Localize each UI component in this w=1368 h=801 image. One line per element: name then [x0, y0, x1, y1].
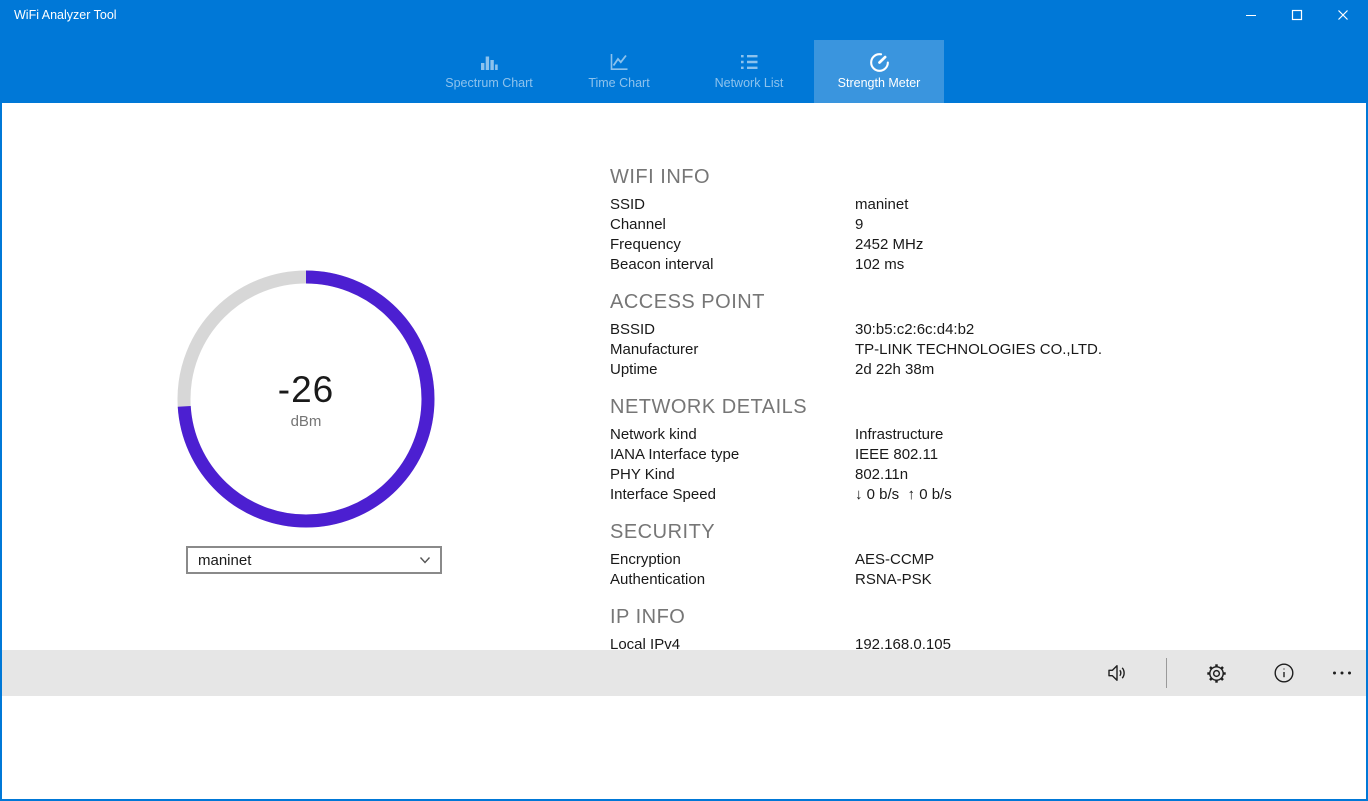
close-button[interactable] [1320, 0, 1366, 30]
info-label: IANA Interface type [610, 445, 855, 465]
info-value: IEEE 802.11 [855, 445, 1170, 465]
info-label: Channel [610, 215, 855, 235]
section-title: ACCESS POINT [610, 291, 1170, 314]
info-row: SSIDmaninet [610, 195, 1170, 215]
volume-icon [1105, 661, 1129, 685]
tab-network-list[interactable]: Network List [684, 40, 814, 103]
info-value: AES-CCMP [855, 550, 1170, 570]
info-row: Channel9 [610, 215, 1170, 235]
info-section: ACCESS POINT BSSID30:b5:c2:6c:d4:b2Manufa… [610, 291, 1170, 380]
volume-button[interactable] [1095, 651, 1139, 695]
info-value: 102 ms [855, 255, 1170, 275]
info-value: Infrastructure [855, 425, 1170, 445]
section-title: IP INFO [610, 606, 1170, 629]
tab-label: Time Chart [588, 76, 649, 90]
info-row: Beacon interval102 ms [610, 255, 1170, 275]
info-row: BSSID30:b5:c2:6c:d4:b2 [610, 320, 1170, 340]
line-chart-icon [607, 49, 631, 75]
gauge-icon [867, 49, 892, 75]
tab-label: Spectrum Chart [445, 76, 533, 90]
info-button[interactable] [1262, 651, 1306, 695]
tab-spectrum-chart[interactable]: Spectrum Chart [424, 40, 554, 103]
tab-time-chart[interactable]: Time Chart [554, 40, 684, 103]
info-label: SSID [610, 195, 855, 215]
signal-unit: dBm [291, 413, 322, 430]
info-label: Authentication [610, 570, 855, 590]
maximize-button[interactable] [1274, 0, 1320, 30]
info-value: TP-LINK TECHNOLOGIES CO.,LTD. [855, 340, 1170, 360]
info-icon [1272, 661, 1296, 685]
info-value: 30:b5:c2:6c:d4:b2 [855, 320, 1170, 340]
info-label: Network kind [610, 425, 855, 445]
gear-icon [1205, 662, 1228, 685]
gauge-readout: -26 dBm [177, 270, 435, 528]
info-row: Frequency2452 MHz [610, 235, 1170, 255]
bar-chart-icon [477, 49, 501, 75]
info-value: 2452 MHz [855, 235, 1170, 255]
info-label: Uptime [610, 360, 855, 380]
info-value: 2d 22h 38m [855, 360, 1170, 380]
close-icon [1337, 9, 1349, 21]
info-section: NETWORK DETAILS Network kindInfrastructur… [610, 396, 1170, 505]
info-row: AuthenticationRSNA-PSK [610, 570, 1170, 590]
network-selector-value: maninet [198, 552, 251, 569]
info-section: SECURITY EncryptionAES-CCMPAuthentication… [610, 521, 1170, 590]
info-label: PHY Kind [610, 465, 855, 485]
ellipsis-icon [1330, 661, 1354, 685]
chevron-down-icon [418, 553, 432, 567]
list-icon [737, 49, 761, 75]
info-row: ManufacturerTP-LINK TECHNOLOGIES CO.,LTD… [610, 340, 1170, 360]
tab-strength-meter[interactable]: Strength Meter [814, 40, 944, 103]
info-row: EncryptionAES-CCMP [610, 550, 1170, 570]
app-window: WiFi Analyzer Tool [0, 0, 1368, 801]
section-title: NETWORK DETAILS [610, 396, 1170, 419]
app-title: WiFi Analyzer Tool [14, 8, 117, 22]
info-row: Interface Speed↓ 0 b/s ↑ 0 b/s [610, 485, 1170, 505]
signal-value: -26 [278, 369, 334, 411]
minimize-button[interactable] [1228, 0, 1274, 30]
tab-bar: Spectrum Chart Time Chart [2, 40, 1366, 103]
info-label: Interface Speed [610, 485, 855, 505]
info-row: Network kindInfrastructure [610, 425, 1170, 445]
tab-label: Strength Meter [838, 76, 921, 90]
info-value: 802.11n [855, 465, 1170, 485]
info-label: Frequency [610, 235, 855, 255]
info-value: 9 [855, 215, 1170, 235]
minimize-icon [1245, 9, 1257, 21]
more-button[interactable] [1320, 651, 1364, 695]
info-label: Manufacturer [610, 340, 855, 360]
settings-button[interactable] [1194, 651, 1238, 695]
section-title: SECURITY [610, 521, 1170, 544]
maximize-icon [1291, 9, 1303, 21]
info-value: ↓ 0 b/s ↑ 0 b/s [855, 485, 1170, 505]
info-row: Uptime2d 22h 38m [610, 360, 1170, 380]
info-row: IANA Interface typeIEEE 802.11 [610, 445, 1170, 465]
command-bar-divider [1166, 658, 1167, 688]
network-selector[interactable]: maninet [186, 546, 442, 574]
info-label: BSSID [610, 320, 855, 340]
title-bar: WiFi Analyzer Tool [2, 0, 1366, 103]
section-title: WIFI INFO [610, 166, 1170, 189]
info-sections: WIFI INFO SSIDmaninetChannel9Frequency245… [610, 166, 1170, 711]
info-label: Beacon interval [610, 255, 855, 275]
signal-strength-gauge: -26 dBm [177, 270, 435, 528]
window-controls [1228, 0, 1366, 30]
command-bar [2, 650, 1366, 696]
info-section: WIFI INFO SSIDmaninetChannel9Frequency245… [610, 166, 1170, 275]
info-label: Encryption [610, 550, 855, 570]
tab-label: Network List [715, 76, 784, 90]
info-value: RSNA-PSK [855, 570, 1170, 590]
info-row: PHY Kind802.11n [610, 465, 1170, 485]
info-value: maninet [855, 195, 1170, 215]
